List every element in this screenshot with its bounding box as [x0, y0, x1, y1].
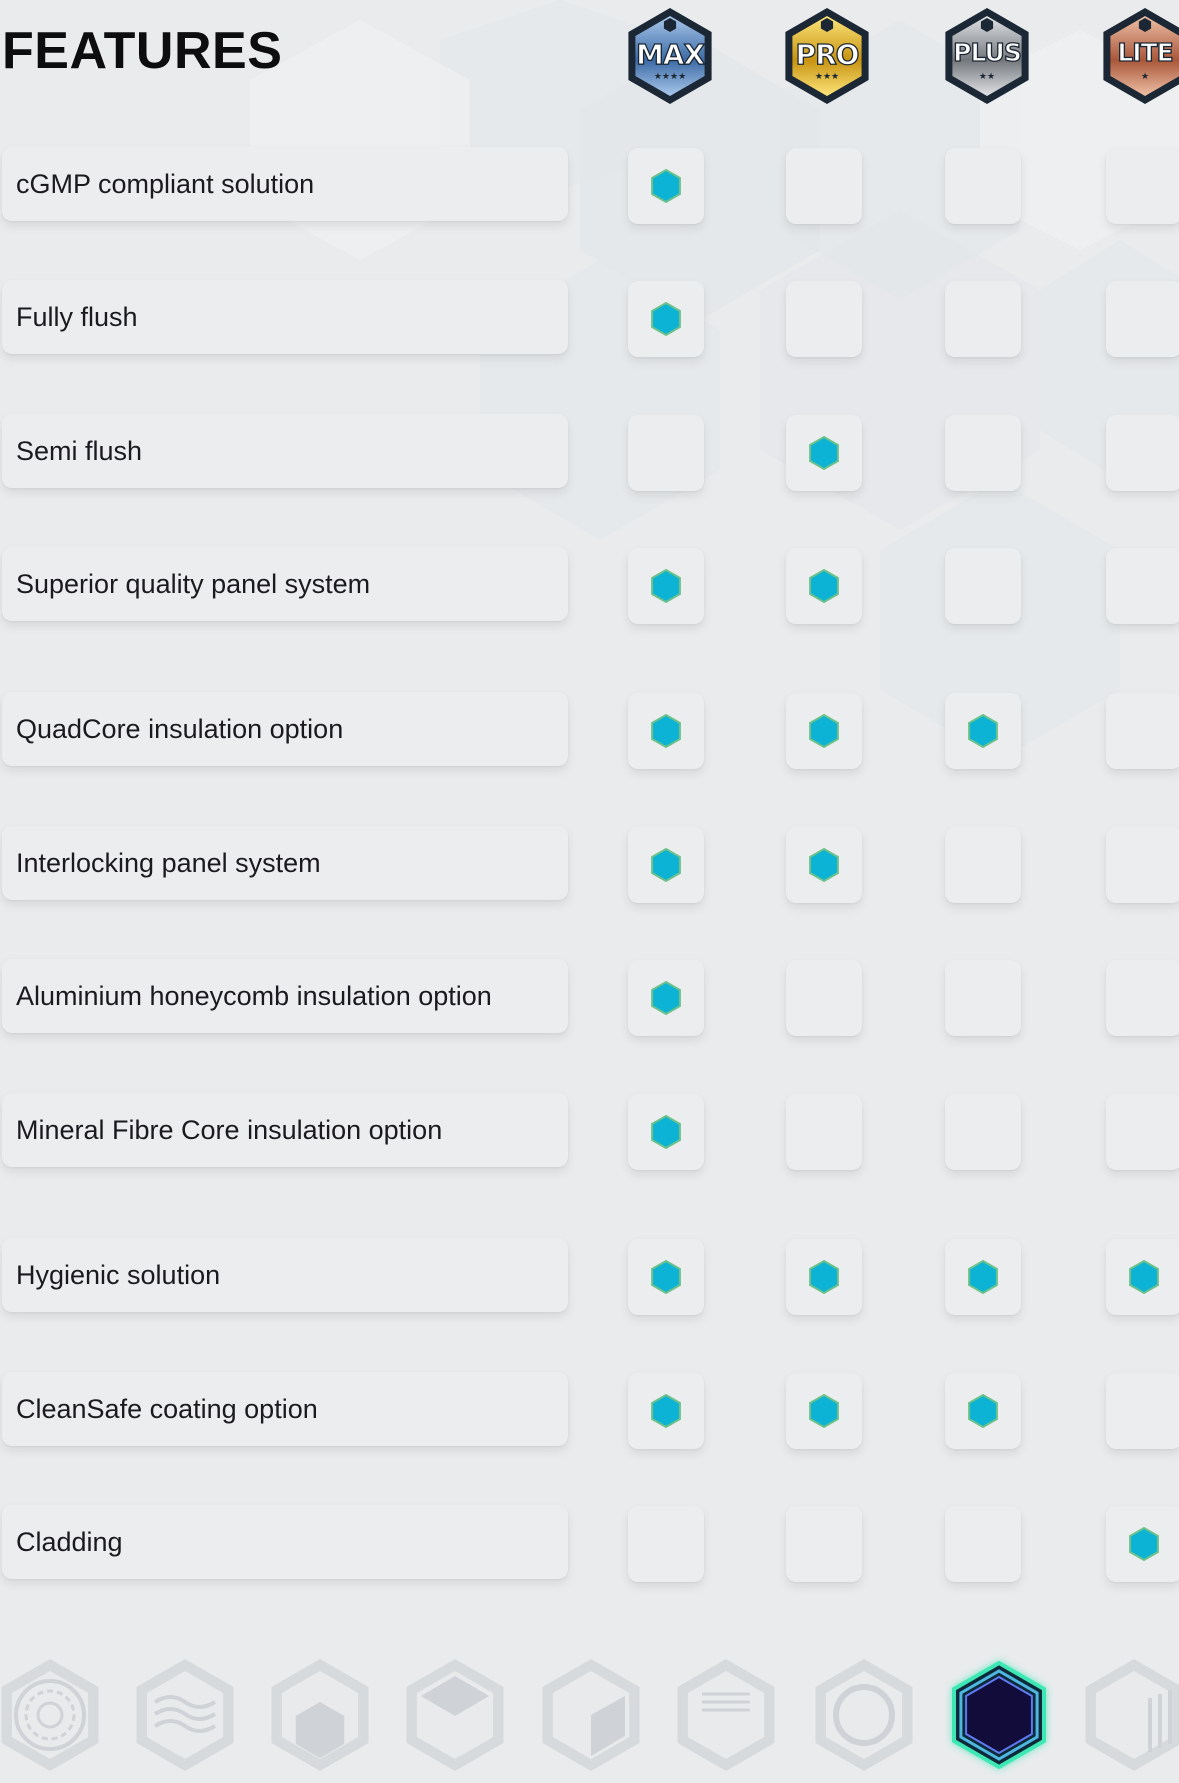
feature-cell-pro [786, 148, 862, 224]
feature-label: Fully flush [2, 280, 568, 354]
feature-cell-plus [945, 960, 1021, 1036]
feature-cell-pro [786, 827, 862, 903]
feature-label: Superior quality panel system [2, 547, 568, 621]
feature-cell-plus [945, 281, 1021, 357]
feature-cell-max [628, 960, 704, 1036]
check-hexagon-icon [648, 712, 684, 750]
feature-label: Mineral Fibre Core insulation option [2, 1093, 568, 1167]
feature-cell-max [628, 281, 704, 357]
feature-cell-max [628, 148, 704, 224]
feature-cell-plus [945, 693, 1021, 769]
tier-stars: ★★ [941, 72, 1033, 82]
check-hexagon-icon [648, 979, 684, 1017]
feature-cell-plus [945, 415, 1021, 491]
cube-top-icon[interactable] [401, 1652, 509, 1778]
feature-cell-pro [786, 1239, 862, 1315]
feature-cell-max [628, 693, 704, 769]
check-hexagon-icon [1126, 1258, 1162, 1296]
check-hexagon-icon [648, 1392, 684, 1430]
tier-label: LITE [1099, 38, 1179, 67]
feature-cell-lite [1106, 960, 1179, 1036]
feature-cell-plus [945, 827, 1021, 903]
feature-cell-plus [945, 148, 1021, 224]
feature-label: Cladding [2, 1505, 568, 1579]
check-hexagon-icon [648, 167, 684, 205]
feature-cell-lite [1106, 415, 1179, 491]
feature-label: CleanSafe coating option [2, 1372, 568, 1446]
feature-cell-pro [786, 415, 862, 491]
feature-cell-plus [945, 1094, 1021, 1170]
cube-side-icon[interactable] [537, 1652, 645, 1778]
feature-cell-pro [786, 693, 862, 769]
ring-icon[interactable] [810, 1652, 918, 1778]
feature-cell-lite [1106, 148, 1179, 224]
check-hexagon-icon [806, 1258, 842, 1296]
feature-cell-max [628, 1373, 704, 1449]
check-hexagon-icon [648, 567, 684, 605]
page-title: FEATURES [2, 14, 282, 88]
tier-stars: ★ [1099, 72, 1179, 82]
feature-cell-lite [1106, 548, 1179, 624]
feature-cell-max [628, 1506, 704, 1582]
check-hexagon-icon [806, 846, 842, 884]
tier-label: PLUS [941, 38, 1033, 67]
tier-stars: ★★★★ [624, 72, 716, 82]
tier-stars: ★★★ [781, 72, 873, 82]
feature-label: cGMP compliant solution [2, 147, 568, 221]
feature-cell-plus [945, 548, 1021, 624]
check-hexagon-icon [648, 1113, 684, 1151]
feature-cell-max [628, 548, 704, 624]
ribbed-cube-icon[interactable] [1080, 1652, 1179, 1778]
feature-cell-lite [1106, 1239, 1179, 1315]
check-hexagon-icon [648, 846, 684, 884]
tier-badge-lite: LITE ★ [1099, 6, 1179, 106]
check-hexagon-icon [965, 712, 1001, 750]
feature-cell-lite [1106, 1373, 1179, 1449]
feature-cell-lite [1106, 1094, 1179, 1170]
check-hexagon-icon [965, 1258, 1001, 1296]
active-hexagon-icon[interactable] [945, 1652, 1053, 1778]
feature-cell-pro [786, 1094, 862, 1170]
swirl-pattern-icon[interactable] [0, 1652, 104, 1778]
feature-cell-plus [945, 1506, 1021, 1582]
feature-cell-pro [786, 1373, 862, 1449]
check-hexagon-icon [806, 1392, 842, 1430]
feature-cell-max [628, 1094, 704, 1170]
tier-label: MAX [624, 38, 716, 71]
feature-cell-max [628, 415, 704, 491]
feature-cell-lite [1106, 281, 1179, 357]
check-hexagon-icon [648, 1258, 684, 1296]
feature-cell-pro [786, 1506, 862, 1582]
feature-label: Semi flush [2, 414, 568, 488]
feature-cell-pro [786, 281, 862, 357]
tier-badge-max: MAX★★★★ [624, 6, 716, 106]
check-hexagon-icon [806, 434, 842, 472]
feature-label: Aluminium honeycomb insulation option [2, 959, 568, 1033]
tier-label: PRO [781, 38, 873, 71]
check-hexagon-icon [806, 712, 842, 750]
feature-comparison-page: FEATURES MAX★★★★ PRO★★★ PLUS ★★ LITE ★ cGMP c… [0, 0, 1179, 1781]
feature-cell-pro [786, 548, 862, 624]
feature-cell-plus [945, 1239, 1021, 1315]
check-hexagon-icon [1126, 1525, 1162, 1563]
check-hexagon-icon [806, 567, 842, 605]
feature-cell-lite [1106, 827, 1179, 903]
feature-cell-lite [1106, 693, 1179, 769]
striped-cube-icon[interactable] [672, 1652, 780, 1778]
check-hexagon-icon [965, 1392, 1001, 1430]
wave-layers-icon[interactable] [131, 1652, 239, 1778]
feature-label: Hygienic solution [2, 1238, 568, 1312]
layered-panel-icon[interactable] [266, 1652, 374, 1778]
tier-badge-plus: PLUS ★★ [941, 6, 1033, 106]
check-hexagon-icon [648, 300, 684, 338]
feature-cell-max [628, 1239, 704, 1315]
feature-label: Interlocking panel system [2, 826, 568, 900]
feature-cell-max [628, 827, 704, 903]
feature-cell-plus [945, 1373, 1021, 1449]
tier-badge-pro: PRO★★★ [781, 6, 873, 106]
feature-cell-pro [786, 960, 862, 1036]
feature-cell-lite [1106, 1506, 1179, 1582]
feature-label: QuadCore insulation option [2, 692, 568, 766]
